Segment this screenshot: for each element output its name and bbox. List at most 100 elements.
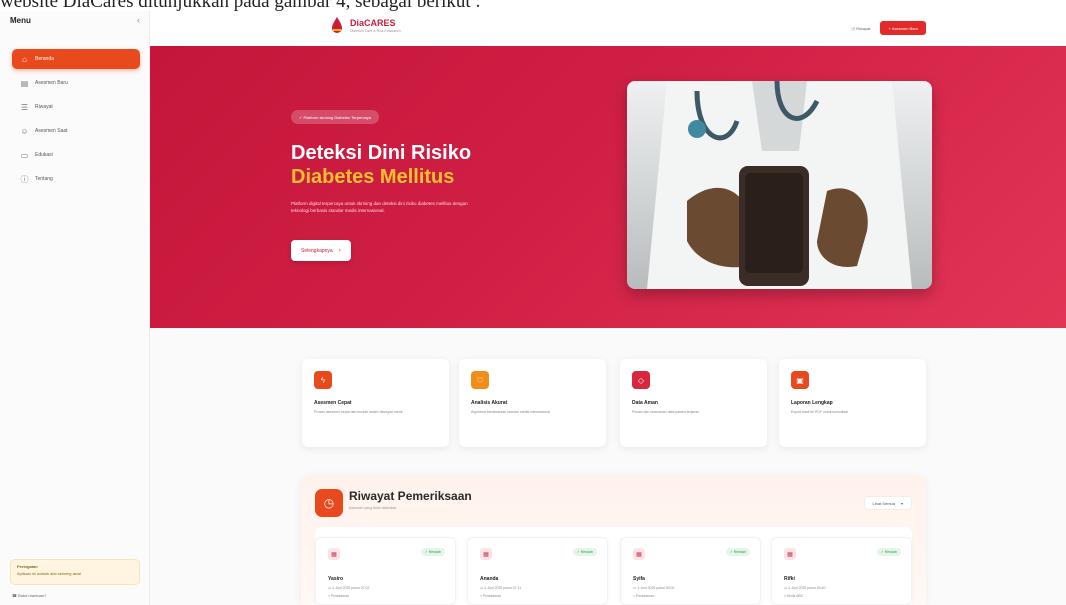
record-date: ▭ 1 Juni 2025 pukul 09.40 — [784, 586, 825, 590]
record-date-text: 1 Juni 2025 pukul 07.02 — [332, 586, 370, 590]
history-record-card[interactable]: ▦ ✓ Rendah Rifki ▭ 1 Juni 2025 pukul 09.… — [771, 537, 912, 605]
record-location: ⌖ Puskesmas — [480, 594, 501, 598]
sidebar-title: Menu — [10, 15, 31, 25]
brand-name: DiaCARES — [350, 17, 396, 28]
learn-more-label: Selengkapnya — [301, 247, 333, 254]
record-location: ⌖ Puskesmas — [633, 594, 654, 598]
feature-description: Algoritma berdasarkan standar medis inte… — [471, 410, 550, 414]
record-icon: ▦ — [633, 548, 645, 560]
help-label: Butuh bantuan? — [18, 593, 47, 598]
check-icon: ✓ — [424, 550, 428, 554]
brand-logo[interactable]: DiaCARES Diabetes Care & Risk Evaluation — [330, 16, 401, 34]
history-panel: ◷ Riwayat Pemeriksaan Asesmen yang telah… — [301, 475, 926, 605]
new-assessment-label: Asesmen Baru — [891, 25, 918, 31]
sidebar-item-label: Edukasi — [35, 152, 53, 158]
chevron-left-icon[interactable]: ‹ — [137, 15, 140, 25]
hero-title-line1: Deteksi Dini Risiko — [291, 142, 472, 164]
user-icon: ☺ — [20, 126, 29, 136]
history-filter-dropdown[interactable]: Lihat Semua ▾ — [863, 496, 912, 510]
feature-description: Privasi dan keamanan data pasien terjami… — [632, 410, 700, 414]
record-icon: ▦ — [480, 548, 492, 560]
history-section-wrap: ◷ Riwayat Pemeriksaan Asesmen yang telah… — [150, 458, 1066, 605]
book-icon: ▭ — [20, 150, 29, 160]
history-subtitle: Asesmen yang telah dilakukan — [349, 506, 397, 510]
home-icon: ⌂ — [22, 54, 27, 64]
sidebar-item-edukasi[interactable]: ▭ Edukasi — [12, 145, 140, 165]
logo-icon — [332, 17, 342, 33]
top-bar: DiaCARES Diabetes Care & Risk Evaluation… — [150, 8, 1066, 46]
sidebar-item-asesmen-baru[interactable]: ▤ Asesmen Baru — [12, 73, 140, 93]
feature-title: Asesmen Cepat — [314, 400, 352, 406]
learn-more-button[interactable]: Selengkapnya › — [291, 240, 351, 261]
shield-icon: ◇ — [632, 371, 650, 389]
status-label: Rendah — [733, 550, 746, 554]
history-record-card[interactable]: ▦ ✓ Rendah Ananda ▭ 1 Juni 2025 pukul 07… — [467, 537, 608, 605]
check-icon: ✓ — [576, 550, 580, 554]
help-link[interactable]: ☎ Butuh bantuan? — [12, 593, 46, 598]
history-record-card[interactable]: ▦ ✓ Rendah Syifa ▭ 1 Juni 2025 pukul 09.… — [620, 537, 761, 605]
hero-badge: ✓ Platform skrining Diabetes Terpercaya — [291, 110, 379, 124]
record-location-text: Puskesmas — [330, 594, 350, 598]
record-date-text: 1 Juni 2025 pukul 07.11 — [484, 586, 522, 590]
history-clock-icon: ◷ — [315, 489, 343, 517]
status-label: Rendah — [884, 550, 897, 554]
record-name: Ananda — [480, 576, 499, 582]
features-section: ϟ Asesmen Cepat Proses asesmen cepat dan… — [150, 328, 1066, 458]
new-assessment-button[interactable]: + Asesmen Baru — [880, 21, 926, 35]
record-location-text: Puskesmas — [482, 594, 502, 598]
history-link-label: Riwayat — [856, 25, 871, 31]
record-name: Rifki — [784, 576, 795, 582]
feature-card: ϟ Asesmen Cepat Proses asesmen cepat dan… — [302, 359, 449, 447]
record-date: ▭ 1 Juni 2025 pukul 07.11 — [480, 586, 521, 590]
check-icon: ✓ — [729, 550, 733, 554]
chevron-down-icon: ▾ — [900, 500, 903, 506]
history-link[interactable]: ◷ Riwayat — [851, 26, 870, 31]
history-list: ▦ ✓ Rendah Yasiro ▭ 1 Juni 2025 pukul 07… — [315, 527, 912, 605]
feature-description: Proses asesmen cepat dan mudah dalam hit… — [314, 410, 403, 414]
record-location: ⌖ Puskesmas — [328, 594, 349, 598]
feature-card: ▣ Laporan Lengkap Export hasil ke PDF un… — [779, 359, 926, 447]
history-record-card[interactable]: ▦ ✓ Rendah Yasiro ▭ 1 Juni 2025 pukul 07… — [315, 537, 456, 605]
brand-tagline: Diabetes Care & Risk Evaluation — [350, 28, 401, 33]
record-location-text: Puskesmas — [635, 594, 655, 598]
hero-section: ✓ Platform skrining Diabetes Terpercaya … — [150, 46, 1066, 328]
disclaimer-title: Peringatan — [17, 564, 38, 569]
feature-title: Analisis Akurat — [471, 400, 508, 406]
hero-description: Platform digital terpercaya untuk skrini… — [291, 201, 468, 213]
sidebar-item-tentang[interactable]: ⓘ Tentang — [12, 169, 140, 189]
status-label: Rendah — [580, 550, 593, 554]
record-location: ⌖ Klinik ABC — [784, 594, 803, 598]
history-title: Riwayat Pemeriksaan — [349, 489, 472, 503]
history-filter-label: Lihat Semua — [872, 500, 895, 506]
sidebar-item-label: Beranda — [35, 56, 54, 62]
lightning-icon: ϟ — [314, 371, 332, 389]
record-date-text: 1 Juni 2025 pukul 09.00 — [637, 586, 675, 590]
sidebar-header: Menu ‹ — [10, 13, 140, 27]
sidebar-item-label: Tentang — [35, 176, 53, 182]
feature-description: Export hasil ke PDF untuk konsultasi — [791, 410, 848, 414]
disclaimer-note: Peringatan Aplikasi ini adalah alat skri… — [10, 559, 140, 585]
feature-title: Data Aman — [632, 400, 658, 406]
status-badge: ✓ Rendah — [876, 548, 901, 556]
document-icon: ▣ — [791, 371, 809, 389]
sidebar-nav: ⌂ Beranda ▤ Asesmen Baru ☰ Riwayat ☺ Ase… — [12, 49, 140, 193]
record-date: ▭ 1 Juni 2025 pukul 09.00 — [633, 586, 674, 590]
history-icon: ☰ — [20, 102, 29, 112]
doctor-photo — [627, 81, 932, 289]
sidebar-item-label: Riwayat — [35, 104, 53, 110]
record-icon: ▦ — [328, 548, 340, 560]
record-name: Syifa — [633, 576, 645, 582]
sidebar-item-beranda[interactable]: ⌂ Beranda — [12, 49, 140, 69]
status-badge: ✓ Rendah — [572, 548, 597, 556]
status-badge: ✓ Rendah — [420, 548, 445, 556]
chevron-right-icon: › — [338, 247, 341, 254]
status-badge: ✓ Rendah — [725, 548, 750, 556]
disclaimer-text: Aplikasi ini adalah alat skrining awal — [17, 571, 81, 576]
record-icon: ▦ — [784, 548, 796, 560]
record-date-text: 1 Juni 2025 pukul 09.40 — [788, 586, 826, 590]
record-date: ▭ 1 Juni 2025 pukul 07.02 — [328, 586, 369, 590]
sidebar-item-riwayat[interactable]: ☰ Riwayat — [12, 97, 140, 117]
sidebar-item-label: Asesmen Saat — [35, 128, 68, 134]
info-icon: ⓘ — [20, 174, 29, 184]
sidebar-item-asesmen-saat[interactable]: ☺ Asesmen Saat — [12, 121, 140, 141]
